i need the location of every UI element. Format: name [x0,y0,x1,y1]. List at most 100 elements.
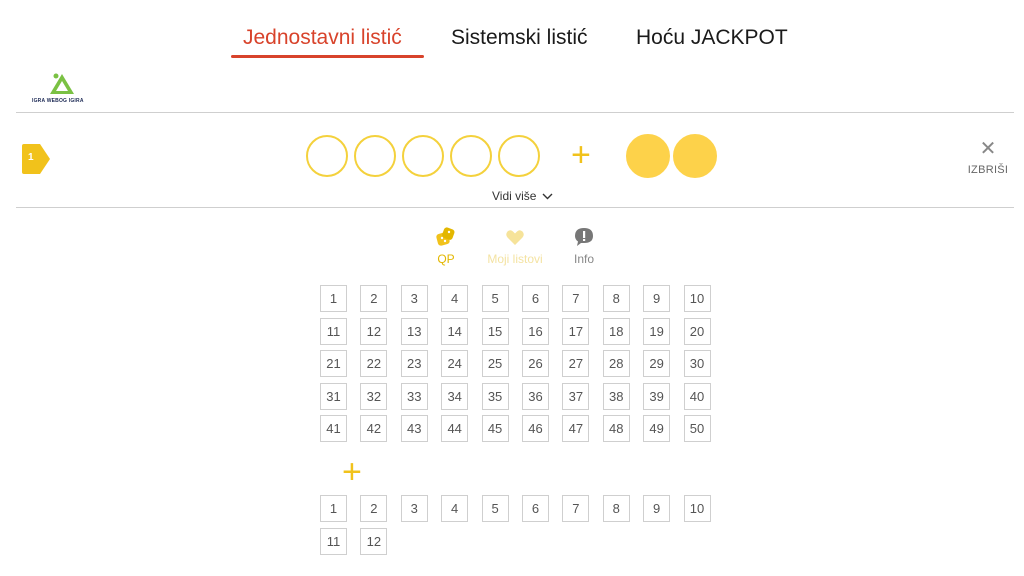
main-number-28[interactable]: 28 [602,350,630,378]
main-number-16[interactable]: 16 [521,317,549,345]
quick-pick-label: QP [437,252,455,266]
main-selection-slot[interactable] [354,135,396,177]
main-number-23[interactable]: 23 [400,350,428,378]
info-label: Info [573,252,594,266]
main-number-41[interactable]: 41 [320,415,347,443]
main-number-15[interactable]: 15 [481,317,509,345]
main-number-8[interactable]: 8 [602,285,630,312]
divider-top [16,112,1014,113]
main-number-39[interactable]: 39 [643,382,671,410]
extra-number-grid: 1 2 3 4 5 6 7 8 9 10 11 12 [320,495,711,555]
extra-number-11[interactable]: 11 [320,527,347,555]
main-number-14[interactable]: 14 [441,317,469,345]
favorites-button[interactable]: Moji listovi [482,226,548,266]
extra-number-9[interactable]: 9 [643,495,671,522]
main-number-17[interactable]: 17 [562,317,590,345]
main-number-25[interactable]: 25 [481,350,509,378]
main-number-1[interactable]: 1 [320,285,347,312]
tab-jackpot[interactable]: Hoću JACKPOT [636,26,788,50]
tab-system-ticket[interactable]: Sistemski listić [451,26,588,50]
main-number-2[interactable]: 2 [360,285,388,312]
see-more-label: Vidi više [492,189,537,203]
main-number-3[interactable]: 3 [400,285,428,312]
logo: IGRA WEBOG IGIRA [32,70,92,106]
main-number-12[interactable]: 12 [360,317,388,345]
main-number-30[interactable]: 30 [683,350,711,378]
extra-number-3[interactable]: 3 [400,495,428,522]
main-number-13[interactable]: 13 [400,317,428,345]
info-bubble-icon [575,228,593,246]
main-selection-slot[interactable] [498,135,540,177]
logo-triangle-icon [50,73,74,94]
extra-selection-slot[interactable] [673,134,717,178]
main-number-49[interactable]: 49 [643,415,671,443]
plus-icon: + [571,136,591,174]
extra-selection-slot[interactable] [626,134,670,178]
main-number-34[interactable]: 34 [441,382,469,410]
logo-text: IGRA WEBOG IGIRA [32,98,84,104]
main-number-6[interactable]: 6 [521,285,549,312]
main-selection-slot[interactable] [450,135,492,177]
chevron-down-icon [542,193,553,200]
extra-number-8[interactable]: 8 [602,495,630,522]
main-selection-slot[interactable] [306,135,348,177]
main-number-22[interactable]: 22 [360,350,388,378]
extra-number-5[interactable]: 5 [481,495,509,522]
extra-number-6[interactable]: 6 [521,495,549,522]
ticket-number-badge: 1 [22,144,50,174]
main-number-44[interactable]: 44 [441,415,469,443]
main-number-7[interactable]: 7 [562,285,590,312]
info-button[interactable]: Info [572,226,596,266]
heart-icon [506,230,524,245]
main-number-11[interactable]: 11 [320,317,347,345]
tag-shape-icon [22,144,50,174]
main-number-9[interactable]: 9 [643,285,671,312]
tab-bar: Jednostavni listić Sistemski listić Hoću… [0,26,1024,60]
main-number-33[interactable]: 33 [400,382,428,410]
main-number-grid: 1 2 3 4 5 6 7 8 9 10 11 12 13 14 15 16 17 18 19 20 21 22 23 24 2… [320,285,711,443]
tab-simple-ticket[interactable]: Jednostavni listić [243,26,402,50]
main-number-42[interactable]: 42 [360,415,388,443]
clear-label: IZBRIŠI [967,164,1009,176]
extra-number-7[interactable]: 7 [562,495,590,522]
main-number-10[interactable]: 10 [683,285,711,312]
main-number-24[interactable]: 24 [441,350,469,378]
main-number-38[interactable]: 38 [602,382,630,410]
main-number-4[interactable]: 4 [441,285,469,312]
main-number-45[interactable]: 45 [481,415,509,443]
quick-pick-button[interactable]: QP [434,226,458,266]
extra-number-10[interactable]: 10 [683,495,711,522]
main-number-20[interactable]: 20 [683,317,711,345]
main-number-18[interactable]: 18 [602,317,630,345]
main-number-21[interactable]: 21 [320,350,347,378]
extra-number-12[interactable]: 12 [360,527,388,555]
active-tab-underline [231,55,424,58]
divider-bottom [16,207,1014,208]
plus-icon: + [342,453,362,491]
main-number-19[interactable]: 19 [643,317,671,345]
main-number-46[interactable]: 46 [521,415,549,443]
main-number-37[interactable]: 37 [562,382,590,410]
main-number-29[interactable]: 29 [643,350,671,378]
clear-button[interactable]: ✕ IZBRIŠI [960,139,1016,176]
main-number-50[interactable]: 50 [683,415,711,443]
main-number-31[interactable]: 31 [320,382,347,410]
dice-icon [436,227,455,246]
main-number-43[interactable]: 43 [400,415,428,443]
extra-number-2[interactable]: 2 [360,495,388,522]
main-selection-slot[interactable] [402,135,444,177]
ticket-number: 1 [28,152,34,163]
main-number-27[interactable]: 27 [562,350,590,378]
main-number-5[interactable]: 5 [481,285,509,312]
main-number-40[interactable]: 40 [683,382,711,410]
main-number-48[interactable]: 48 [602,415,630,443]
main-number-36[interactable]: 36 [521,382,549,410]
extra-number-1[interactable]: 1 [320,495,347,522]
extra-number-4[interactable]: 4 [441,495,469,522]
main-number-35[interactable]: 35 [481,382,509,410]
main-number-32[interactable]: 32 [360,382,388,410]
main-number-26[interactable]: 26 [521,350,549,378]
see-more-toggle[interactable]: Vidi više [492,189,553,203]
favorites-label: Moji listovi [487,252,543,266]
main-number-47[interactable]: 47 [562,415,590,443]
